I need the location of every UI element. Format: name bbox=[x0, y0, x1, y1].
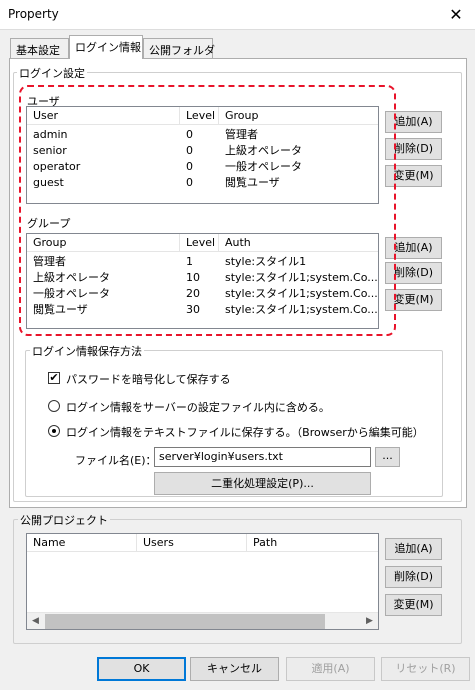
tab-public-folder[interactable]: 公開フォルダ bbox=[143, 38, 215, 58]
project-delete-button[interactable]: 削除(D) bbox=[385, 566, 442, 588]
login-settings-caption: ログイン設定 bbox=[17, 65, 87, 81]
window-title: Property bbox=[8, 7, 59, 21]
dual-settings-button[interactable]: 二重化処理設定(P)... bbox=[154, 472, 371, 495]
filename-input[interactable]: server¥login¥users.txt bbox=[154, 447, 371, 467]
apply-button[interactable]: 適用(A) bbox=[286, 657, 375, 681]
column-header-users[interactable]: Users bbox=[137, 534, 247, 552]
close-icon[interactable]: ✕ bbox=[445, 4, 467, 26]
horizontal-scrollbar[interactable]: ◀ ▶ bbox=[27, 612, 378, 629]
highlight-box bbox=[19, 85, 396, 336]
public-projects-list[interactable]: Name Users Path ◀ ▶ bbox=[26, 533, 379, 630]
scroll-left-icon[interactable]: ◀ bbox=[27, 613, 44, 629]
option-server-label: ログイン情報をサーバーの設定ファイル内に含める。 bbox=[66, 401, 330, 414]
option-text-radio[interactable] bbox=[48, 425, 60, 437]
checkmark-icon: ✔ bbox=[49, 371, 59, 384]
filename-label: ファイル名(E)： bbox=[75, 454, 157, 467]
column-header-path[interactable]: Path bbox=[247, 534, 378, 552]
option-server-radio[interactable] bbox=[48, 400, 60, 412]
encrypt-checkbox[interactable]: ✔ bbox=[48, 372, 60, 384]
project-modify-button[interactable]: 変更(M) bbox=[385, 594, 442, 616]
title-bar: Property ✕ bbox=[0, 0, 475, 30]
browse-button[interactable]: ... bbox=[375, 447, 400, 467]
project-add-button[interactable]: 追加(A) bbox=[385, 538, 442, 560]
public-projects-caption: 公開プロジェクト bbox=[18, 512, 110, 528]
tab-login-info[interactable]: ログイン情報 bbox=[69, 35, 143, 59]
scroll-right-icon[interactable]: ▶ bbox=[361, 613, 378, 629]
reset-button[interactable]: リセット(R) bbox=[381, 657, 470, 681]
storage-method-caption: ログイン情報保存方法 bbox=[30, 343, 144, 359]
column-header-name[interactable]: Name bbox=[27, 534, 137, 552]
ok-button[interactable]: OK bbox=[97, 657, 186, 681]
tab-basic-settings[interactable]: 基本設定 bbox=[10, 38, 69, 58]
option-text-label: ログイン情報をテキストファイルに保存する。（Browserから編集可能） bbox=[66, 426, 424, 439]
cancel-button[interactable]: キャンセル bbox=[190, 657, 279, 681]
projects-list-header: Name Users Path bbox=[27, 534, 378, 552]
scrollbar-thumb[interactable] bbox=[45, 614, 325, 629]
encrypt-label: パスワードを暗号化して保存する bbox=[66, 373, 231, 386]
